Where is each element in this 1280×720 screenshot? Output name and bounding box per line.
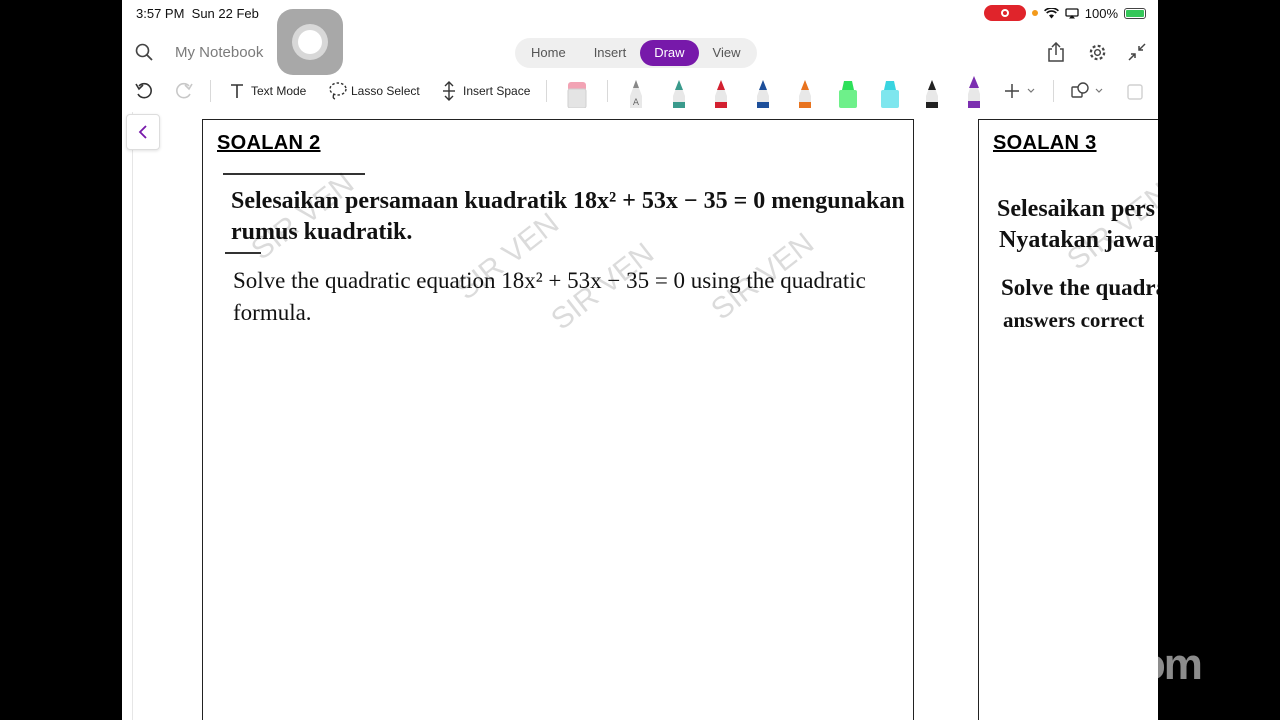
title-bar: My Notebook Home Insert Draw View: [122, 9, 1158, 75]
pen-orange-icon[interactable]: [796, 78, 814, 108]
question-malay-line2: Nyatakan jawap: [999, 227, 1158, 253]
question-malay-line2: rumus kuadratik.: [231, 219, 413, 245]
pen-teal-icon[interactable]: [670, 78, 688, 108]
tab-draw[interactable]: Draw: [640, 40, 699, 66]
battery-percent: 100%: [1084, 5, 1118, 21]
question-english-line1: Solve the quadratic equation 18x² + 53x …: [233, 268, 866, 293]
lasso-select-button[interactable]: Lasso Select: [351, 84, 420, 98]
search-icon[interactable]: [134, 42, 154, 62]
status-time: 3:57 PM Sun 22 Feb: [136, 6, 259, 21]
pen-red-icon[interactable]: [712, 78, 730, 108]
worksheet-page-soalan-3[interactable]: SOALAN 3 SIR VEN Selesaikan pers Nyataka…: [978, 119, 1158, 720]
svg-text:A: A: [633, 98, 640, 108]
scan-artifact: [225, 252, 261, 254]
pen-purple-icon[interactable]: [965, 74, 983, 108]
notebook-name[interactable]: My Notebook: [175, 44, 263, 61]
add-pen-icon[interactable]: [1004, 82, 1036, 100]
question-english-line2: formula.: [233, 300, 312, 325]
draw-toolbar: Text Mode Lasso Select Insert Space A: [122, 74, 1158, 110]
toolbar-divider: [546, 80, 547, 102]
pen-blue-icon[interactable]: [754, 78, 772, 108]
tab-home[interactable]: Home: [517, 40, 580, 66]
screen-mirror-icon: [1065, 7, 1079, 18]
battery-icon: [1124, 7, 1146, 19]
highlighter-cyan-icon[interactable]: [879, 78, 901, 108]
collapse-fullscreen-icon[interactable]: [1127, 42, 1147, 62]
wifi-icon: [1043, 7, 1059, 18]
convert-ink-icon[interactable]: [1125, 82, 1145, 102]
eraser-icon[interactable]: [566, 78, 588, 108]
gear-icon[interactable]: [1087, 42, 1107, 62]
screen-recording-icon[interactable]: [983, 5, 1026, 21]
shapes-icon[interactable]: [1070, 82, 1104, 100]
pencil-icon[interactable]: A: [627, 78, 645, 108]
undo-icon[interactable]: [134, 81, 154, 101]
page-heading: SOALAN 3: [993, 132, 1097, 154]
page-heading: SOALAN 2: [217, 132, 321, 154]
question-english-line2: answers correct: [1003, 308, 1145, 332]
zoom-watermark: zoom: [1094, 640, 1203, 689]
pen-black-icon[interactable]: [923, 78, 941, 108]
worksheet-page-soalan-2[interactable]: SOALAN 2 SIR VEN SIR VEN SIR VEN SIR VEN…: [202, 119, 914, 720]
mic-indicator-icon: [1031, 10, 1038, 16]
ribbon-tabs: Home Insert Draw View: [515, 38, 757, 68]
toolbar-divider: [1053, 80, 1054, 102]
tab-insert[interactable]: Insert: [580, 40, 641, 66]
text-mode-icon: [228, 82, 246, 100]
share-icon[interactable]: [1046, 42, 1066, 62]
insert-space-icon: [440, 81, 458, 101]
notebook-canvas[interactable]: SOALAN 2 SIR VEN SIR VEN SIR VEN SIR VEN…: [122, 112, 1158, 720]
question-malay-line1: Selesaikan pers: [997, 196, 1156, 222]
ipad-screen: 3:57 PM Sun 22 Feb 100% My Notebook Home…: [122, 0, 1158, 720]
question-english-line1: Solve the quadra: [1001, 275, 1158, 300]
status-indicators: 100%: [983, 5, 1146, 21]
toolbar-divider: [210, 80, 211, 102]
margin-line: [132, 112, 133, 720]
insert-space-button[interactable]: Insert Space: [463, 84, 530, 98]
assistive-touch-button[interactable]: [277, 9, 343, 75]
toolbar-divider: [607, 80, 608, 102]
question-malay-line1: Selesaikan persamaan kuadratik 18x² + 53…: [231, 188, 905, 214]
text-mode-button[interactable]: Text Mode: [251, 84, 306, 98]
chevron-left-icon[interactable]: [126, 114, 160, 150]
tab-view[interactable]: View: [699, 40, 755, 66]
lasso-select-icon: [328, 81, 348, 101]
highlighter-green-icon[interactable]: [837, 78, 859, 108]
redo-icon[interactable]: [174, 81, 194, 101]
